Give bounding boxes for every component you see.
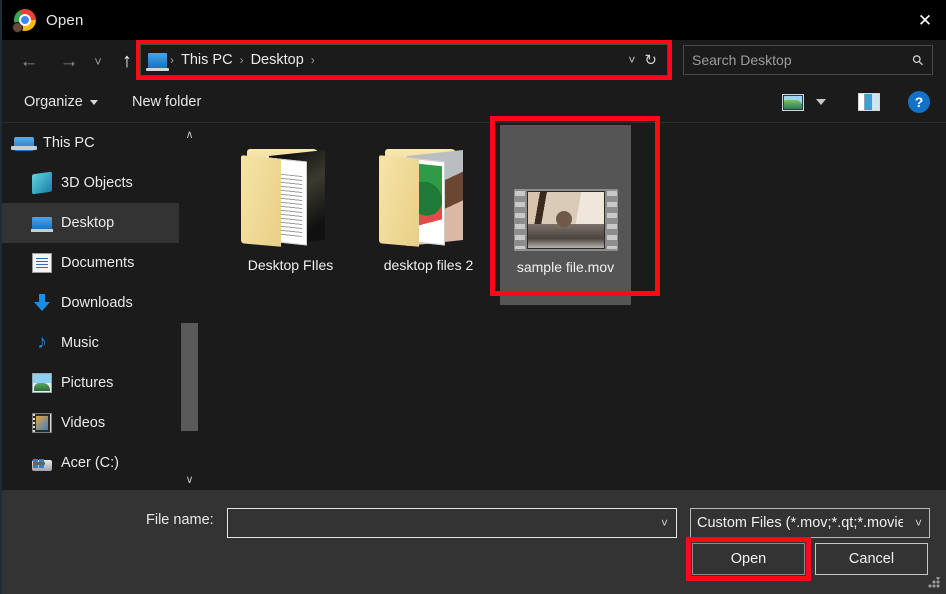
- new-folder-label: New folder: [132, 94, 202, 110]
- sidebar-item-3d-objects[interactable]: 3D Objects: [2, 163, 179, 203]
- sidebar-item-label: Music: [61, 335, 99, 351]
- chevron-down-icon: [89, 99, 98, 105]
- chrome-logo-icon: [12, 9, 36, 33]
- this-pc-icon: [11, 137, 37, 151]
- breadcrumb-this-pc[interactable]: This PC: [177, 52, 237, 68]
- sidebar-item-label: 3D Objects: [61, 175, 133, 191]
- organize-button[interactable]: Organize: [24, 82, 98, 122]
- window-title: Open: [46, 11, 84, 29]
- cancel-button[interactable]: Cancel: [815, 543, 928, 575]
- desktop-icon: [146, 52, 169, 71]
- file-item-desktop-files[interactable]: Desktop FIles: [232, 131, 349, 291]
- sidebar-item-this-pc[interactable]: This PC: [2, 123, 179, 163]
- sidebar-item-label: Acer (C:): [61, 455, 119, 471]
- sidebar-item-documents[interactable]: Documents: [2, 243, 179, 283]
- file-list[interactable]: Desktop FIles desktop files 2 sample fil…: [200, 123, 946, 490]
- refresh-icon[interactable]: ↻: [644, 51, 667, 69]
- sidebar-item-label: Downloads: [61, 295, 133, 311]
- command-bar-right: ?: [782, 82, 946, 122]
- sidebar-item-label: Videos: [61, 415, 106, 431]
- scroll-down-icon[interactable]: ∨: [179, 468, 200, 490]
- up-one-level-icon[interactable]: ↑: [110, 40, 144, 82]
- breadcrumb-desktop[interactable]: Desktop: [247, 52, 308, 68]
- scroll-up-icon[interactable]: ∧: [179, 123, 200, 145]
- organize-label: Organize: [24, 94, 83, 110]
- command-bar: Organize New folder ?: [2, 82, 946, 122]
- recent-locations-icon[interactable]: ˅: [86, 40, 110, 82]
- title-bar: Open ✕: [2, 0, 946, 40]
- file-name-field[interactable]: [228, 515, 661, 531]
- open-file-dialog: Open ✕ ← → ˅ ↑ › This PC › Desktop › ˅ ↻…: [0, 0, 946, 594]
- folder-front: [240, 155, 281, 247]
- film-perforation-right: [606, 191, 617, 249]
- file-item-label: desktop files 2: [383, 257, 474, 273]
- close-icon[interactable]: ✕: [902, 0, 946, 40]
- folder-icon: [378, 147, 479, 249]
- file-type-value: Custom Files (*.mov;*.qt;*.movie): [697, 515, 903, 531]
- back-icon[interactable]: ←: [12, 40, 46, 82]
- breadcrumb-separator: ›: [239, 53, 244, 67]
- breadcrumb-separator: ›: [170, 53, 174, 67]
- videos-icon: [32, 413, 52, 433]
- breadcrumb-separator-trailing[interactable]: ›: [308, 53, 318, 67]
- address-bar[interactable]: › This PC › Desktop › ˅ ↻: [140, 44, 668, 76]
- file-name-label: File name:: [146, 512, 214, 528]
- file-item-sample-file[interactable]: sample file.mov: [500, 125, 631, 305]
- chevron-down-icon[interactable]: [816, 99, 826, 105]
- video-thumbnail-icon: [513, 189, 618, 251]
- documents-icon: [32, 253, 52, 273]
- sidebar-item-label: Desktop: [61, 215, 115, 231]
- music-icon: ♪: [37, 332, 47, 353]
- file-type-dropdown[interactable]: Custom Files (*.mov;*.qt;*.movie) ˅: [690, 508, 930, 538]
- video-frame-preview: [526, 191, 605, 249]
- chevron-down-icon[interactable]: ˅: [619, 53, 644, 67]
- chevron-down-icon[interactable]: ˅: [915, 516, 922, 530]
- sidebar-item-downloads[interactable]: Downloads: [2, 283, 179, 323]
- sidebar-item-label: Pictures: [61, 375, 114, 391]
- file-item-desktop-files-2[interactable]: desktop files 2: [370, 131, 487, 291]
- film-perforation-left: [514, 191, 525, 249]
- desktop-icon: [31, 216, 53, 232]
- sidebar-item-pictures[interactable]: Pictures: [2, 363, 179, 403]
- view-large-icons-icon[interactable]: [782, 93, 804, 111]
- search-input[interactable]: Search Desktop ⚲: [683, 45, 933, 75]
- sidebar-item-label: Documents: [61, 255, 135, 271]
- address-bar-controls: ˅ ↻: [619, 51, 667, 69]
- file-item-label: sample file.mov: [516, 259, 615, 275]
- resize-grip[interactable]: [928, 577, 940, 589]
- search-icon[interactable]: ⚲: [908, 50, 927, 69]
- pictures-icon: [32, 373, 52, 393]
- downloads-icon: [32, 293, 52, 313]
- file-item-label: Desktop FIles: [247, 257, 334, 273]
- search-placeholder: Search Desktop: [692, 52, 792, 68]
- sidebar-item-desktop[interactable]: Desktop: [2, 203, 179, 243]
- sidebar-item-label: This PC: [43, 135, 95, 151]
- sidebar-item-music[interactable]: ♪ Music: [2, 323, 179, 363]
- new-folder-button[interactable]: New folder: [132, 82, 201, 122]
- 3d-objects-icon: [32, 171, 52, 195]
- scrollbar-thumb[interactable]: [181, 323, 198, 431]
- sidebar-scrollbar[interactable]: ∧ ∨: [179, 123, 200, 490]
- sidebar-item-acer-c[interactable]: Acer (C:): [2, 443, 179, 483]
- help-icon[interactable]: ?: [908, 91, 930, 113]
- folder-icon: [240, 147, 341, 249]
- sidebar-item-data-d[interactable]: Data (D:): [2, 483, 179, 490]
- file-name-input[interactable]: ˅: [227, 508, 677, 538]
- dialog-footer: [2, 490, 946, 594]
- forward-icon[interactable]: →: [52, 40, 86, 82]
- navigation-pane: This PC 3D Objects Desktop Documents Dow…: [2, 123, 179, 490]
- sidebar-item-videos[interactable]: Videos: [2, 403, 179, 443]
- profile-badge-icon: [12, 22, 23, 33]
- preview-pane-icon[interactable]: [858, 93, 880, 111]
- chevron-down-icon[interactable]: ˅: [661, 516, 668, 530]
- open-button[interactable]: Open: [692, 543, 805, 575]
- hard-drive-icon: [32, 459, 52, 471]
- folder-front: [378, 155, 419, 247]
